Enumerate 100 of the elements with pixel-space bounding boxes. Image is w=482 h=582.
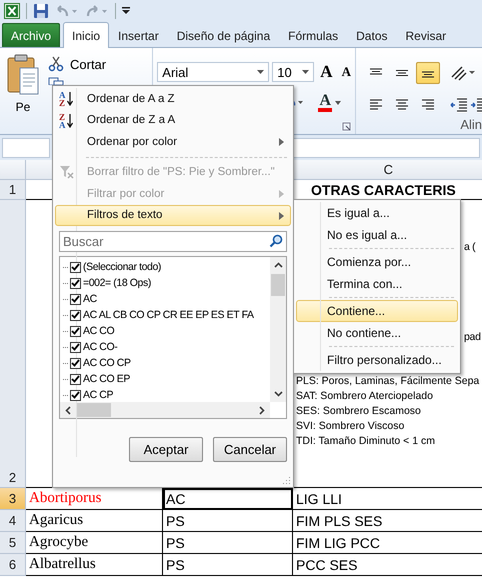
- ribbon-tab[interactable]: Datos: [347, 23, 396, 47]
- cell-text: a (: [464, 240, 476, 255]
- submenu-arrow-icon: [279, 138, 284, 146]
- cell-text: pad: [464, 330, 481, 345]
- scroll-down-icon[interactable]: [274, 389, 282, 398]
- row-header[interactable]: 5: [0, 532, 26, 554]
- scroll-left-icon[interactable]: [64, 406, 73, 414]
- search-icon: [269, 234, 283, 248]
- scroll-right-icon[interactable]: [257, 406, 266, 414]
- checkbox[interactable]: [70, 310, 81, 320]
- vertical-scrollbar[interactable]: [270, 257, 286, 402]
- menu-item[interactable]: Es igual a...: [296, 202, 458, 224]
- grow-font-button[interactable]: A: [317, 62, 336, 82]
- row-header[interactable]: 6: [0, 554, 26, 576]
- checkbox[interactable]: [70, 262, 81, 272]
- group-label: Alin: [460, 117, 482, 132]
- file-tab[interactable]: Archivo: [2, 23, 60, 47]
- table-cell: PS: [163, 510, 293, 532]
- submenu-arrow-icon: [279, 190, 284, 198]
- cell-text: SVI: Sombrero Viscoso: [296, 419, 404, 434]
- dialog-button[interactable]: Cancelar: [213, 437, 287, 462]
- row-header[interactable]: 1: [0, 180, 26, 200]
- shrink-font-button[interactable]: A: [338, 64, 354, 80]
- value-label[interactable]: AC CO CP: [83, 357, 131, 369]
- font-color-button[interactable]: A: [318, 94, 332, 112]
- value-label[interactable]: AC AL CB CO CP CR EE EP ES ET FA: [83, 309, 254, 321]
- cell-text: SES: Sombrero Escamoso: [296, 404, 421, 419]
- decrease-indent-icon[interactable]: [450, 98, 468, 112]
- table-cell: Albatrellus: [26, 554, 163, 576]
- dropdown-arrow-icon[interactable]: [257, 70, 264, 74]
- ribbon-tab[interactable]: Fórmulas: [279, 23, 348, 47]
- row-header[interactable]: 4: [0, 510, 26, 532]
- menu-item[interactable]: A Z Ordenar de A a Z: [55, 88, 291, 110]
- align-left-icon: [369, 99, 383, 111]
- checkbox[interactable]: [70, 358, 81, 368]
- cell-text: TDI: Tamaño Diminuto < 1 cm: [296, 434, 435, 449]
- cell-text: PLS: Poros, Laminas, Fácilmente Sepa: [296, 374, 480, 389]
- dropdown-arrow-icon[interactable]: [335, 101, 341, 105]
- font-name-dropdown[interactable]: Arial: [157, 62, 270, 82]
- horizontal-scrollbar[interactable]: [60, 402, 270, 418]
- font-size-dropdown[interactable]: 10: [272, 62, 314, 82]
- value-label[interactable]: AC CO: [83, 325, 114, 337]
- value-label[interactable]: AC CP: [83, 389, 114, 401]
- value-label[interactable]: AC CO EP: [83, 373, 130, 385]
- scissors-icon: [48, 56, 64, 72]
- align-bottom-button[interactable]: [416, 62, 440, 84]
- row-header[interactable]: 2: [0, 200, 26, 488]
- value-label[interactable]: =002= (18 Ops): [83, 277, 151, 289]
- checkbox[interactable]: [70, 294, 81, 304]
- menu-item[interactable]: No es igual a...: [296, 224, 458, 246]
- text-orientation-icon[interactable]: [450, 65, 476, 81]
- table-cell: PS: [163, 532, 293, 554]
- checkbox[interactable]: [70, 390, 81, 400]
- table-cell: AC: [163, 488, 293, 510]
- align-right-icon: [421, 99, 435, 111]
- menu-item[interactable]: Ordenar por color: [55, 131, 291, 152]
- save-icon[interactable]: [33, 3, 49, 19]
- dropdown-arrow-icon[interactable]: [302, 70, 310, 74]
- column-header[interactable]: C: [293, 160, 482, 180]
- checkbox[interactable]: [70, 374, 81, 384]
- menu-item[interactable]: Z A Ordenar de Z a A: [55, 110, 291, 131]
- row-header[interactable]: 3: [0, 488, 26, 510]
- checkbox[interactable]: [70, 278, 81, 288]
- table-cell: Agaricus: [26, 510, 163, 532]
- align-center-icon: [395, 99, 409, 111]
- paste-button[interactable]: Pe: [6, 52, 40, 134]
- excel-logo-icon[interactable]: [4, 3, 20, 19]
- ribbon-tab[interactable]: Diseño de página: [168, 23, 280, 47]
- increase-indent-icon[interactable]: [470, 98, 482, 112]
- menu-item[interactable]: No contiene...: [296, 322, 458, 344]
- value-label[interactable]: AC: [83, 293, 97, 305]
- customize-toolbar-icon[interactable]: [122, 6, 130, 16]
- table-cell: PS: [163, 554, 293, 576]
- cut-button[interactable]: Cortar: [48, 54, 106, 74]
- clear-filter-icon: [59, 164, 75, 180]
- align-middle-icon: [395, 68, 409, 78]
- dialog-launcher-icon[interactable]: [342, 122, 351, 131]
- menu-item[interactable]: Contiene...: [296, 300, 458, 322]
- dialog-button[interactable]: Aceptar: [129, 437, 203, 462]
- menu-item[interactable]: Comienza por...: [296, 251, 458, 273]
- ribbon-tab[interactable]: Inicio: [63, 22, 110, 48]
- table-cell: Agrocybe: [26, 532, 163, 554]
- search-field[interactable]: Buscar: [59, 231, 287, 252]
- checkbox[interactable]: [70, 342, 81, 352]
- submenu-arrow-icon: [279, 212, 284, 220]
- value-label[interactable]: AC CO-: [83, 341, 118, 353]
- value-label[interactable]: (Seleccionar todo): [83, 261, 162, 273]
- resize-grip-icon[interactable]: [281, 475, 291, 485]
- scrollbar-thumb[interactable]: [271, 274, 285, 296]
- menu-item[interactable]: Filtro personalizado...: [296, 349, 458, 371]
- menu-item[interactable]: Termina con...: [296, 273, 458, 295]
- table-cell: PCC SES: [293, 554, 482, 576]
- ribbon-tab[interactable]: Insertar: [109, 23, 168, 47]
- menu-item[interactable]: Filtros de texto: [55, 204, 291, 226]
- checkbox[interactable]: [70, 326, 81, 336]
- ribbon-tab[interactable]: Revisar: [396, 23, 456, 47]
- scrollbar-thumb[interactable]: [77, 403, 111, 417]
- table-cell: LIG LLI: [293, 488, 482, 510]
- scroll-up-icon[interactable]: [274, 261, 282, 270]
- table-cell: FIM LIG PCC: [293, 532, 482, 554]
